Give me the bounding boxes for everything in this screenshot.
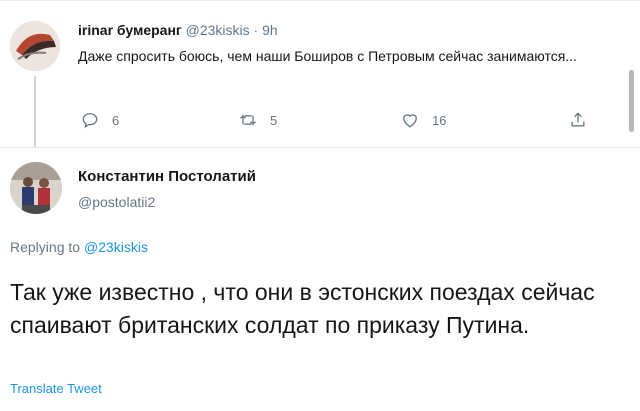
reply-icon bbox=[82, 113, 98, 129]
tweet-actions: 6 5 16 bbox=[78, 110, 598, 134]
top-divider bbox=[0, 0, 640, 1]
like-button[interactable]: 16 bbox=[400, 110, 446, 130]
handle[interactable]: @postolatii2 bbox=[78, 194, 155, 210]
handle[interactable]: @23kiskis bbox=[186, 22, 250, 38]
replying-to-link[interactable]: @23kiskis bbox=[84, 239, 148, 255]
share-icon bbox=[571, 112, 585, 127]
avatar[interactable] bbox=[10, 162, 62, 214]
avatar[interactable] bbox=[10, 21, 60, 71]
reply-count: 6 bbox=[112, 112, 120, 128]
tweet-divider bbox=[0, 147, 640, 148]
tweet-header: irinar бумеранг @23kiskis · 9h bbox=[78, 22, 278, 38]
retweet-button[interactable]: 5 bbox=[238, 110, 277, 130]
heart-icon bbox=[403, 114, 417, 128]
retweet-icon bbox=[240, 114, 256, 126]
display-name[interactable]: Константин Постолатий bbox=[78, 168, 256, 185]
tweet-text: Даже спросить боюсь, чем наши Боширов с … bbox=[78, 48, 577, 64]
thread-line bbox=[34, 76, 36, 148]
replying-to: Replying to @23kiskis bbox=[10, 239, 148, 255]
scrollbar[interactable] bbox=[629, 70, 634, 132]
retweet-count: 5 bbox=[270, 112, 278, 128]
reply-button[interactable]: 6 bbox=[80, 110, 119, 130]
share-button[interactable] bbox=[568, 110, 588, 130]
separator: · bbox=[253, 22, 259, 38]
replying-prefix: Replying to bbox=[10, 239, 81, 255]
timestamp[interactable]: 9h bbox=[262, 22, 278, 38]
tweet-text: Так уже известно , что они в эстонских п… bbox=[10, 279, 595, 338]
display-name[interactable]: irinar бумеранг bbox=[78, 22, 182, 38]
translate-tweet-link[interactable]: Translate Tweet bbox=[10, 381, 102, 396]
like-count: 16 bbox=[432, 112, 447, 128]
